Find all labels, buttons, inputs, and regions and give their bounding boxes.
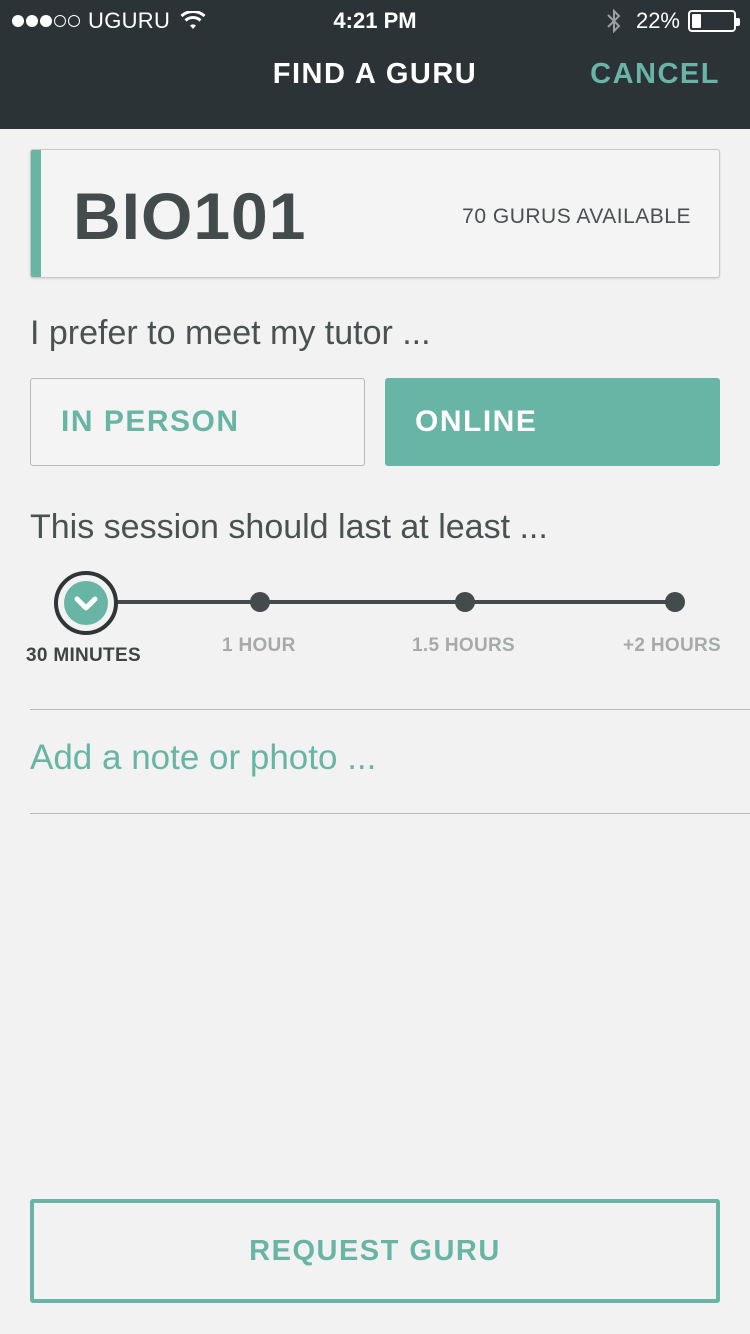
request-guru-button[interactable]: REQUEST GURU (30, 1199, 720, 1303)
bluetooth-icon (607, 9, 621, 33)
battery-percent: 22% (635, 8, 680, 33)
battery-level (692, 14, 701, 28)
duration-label-1-hour[interactable]: 1 HOUR (222, 635, 296, 657)
cancel-button[interactable]: CANCEL (590, 58, 720, 91)
duration-stop-1-hour[interactable] (250, 592, 270, 612)
course-code: BIO101 (73, 179, 307, 253)
chevron-down-icon (74, 596, 98, 611)
duration-label-1-5-hours[interactable]: 1.5 HOURS (412, 635, 515, 657)
gurus-available-count: 70 GURUS AVAILABLE (462, 205, 691, 228)
status-right: 22% (606, 8, 740, 34)
battery-icon (688, 10, 740, 32)
battery-cap (736, 18, 740, 26)
status-bar: UGURU 4:21 PM 22% (0, 0, 750, 40)
divider (30, 709, 750, 710)
duration-slider-track[interactable] (86, 600, 676, 604)
duration-slider-handle[interactable] (54, 571, 118, 635)
divider (30, 813, 750, 814)
duration-stop-2-hours[interactable] (665, 592, 685, 612)
course-accent-bar (31, 150, 41, 277)
course-card: BIO101 70 GURUS AVAILABLE (30, 149, 720, 278)
duration-stop-1-5-hours[interactable] (455, 592, 475, 612)
top-header: UGURU 4:21 PM 22% FIND A GURU CANCEL (0, 0, 750, 129)
online-option-button[interactable]: ONLINE (385, 378, 720, 466)
duration-label-30-minutes[interactable]: 30 MINUTES (26, 645, 141, 667)
add-note-field[interactable]: Add a note or photo ... (30, 738, 376, 778)
duration-label-2-hours[interactable]: +2 HOURS (623, 635, 721, 657)
session-length-question: This session should last at least ... (30, 508, 548, 546)
meet-preference-question: I prefer to meet my tutor ... (30, 314, 431, 352)
duration-handle-fill (64, 581, 108, 625)
in-person-option-button[interactable]: IN PERSON (30, 378, 365, 466)
